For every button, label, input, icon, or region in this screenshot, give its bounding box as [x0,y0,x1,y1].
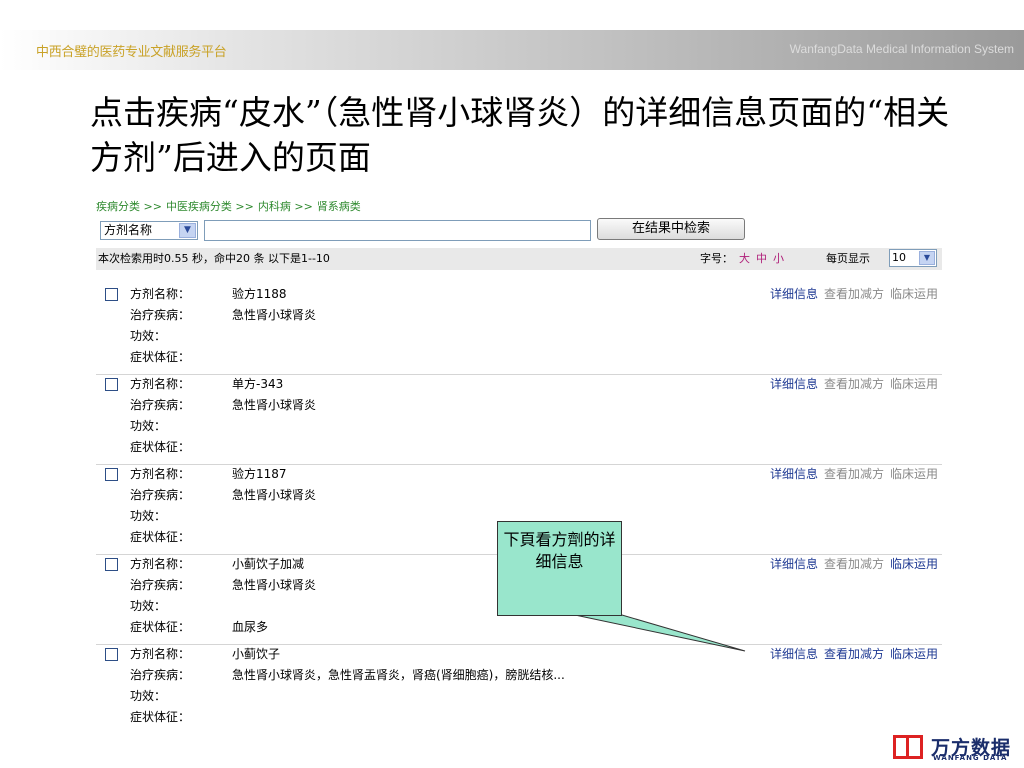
label-disease: 治疗疾病： [130,398,191,412]
formula-name: 小蓟饮子 [232,647,281,661]
result-actions: 详细信息 查看加减方 临床运用 [764,555,938,572]
label-formula-name: 方剂名称： [130,557,191,571]
label-disease: 治疗疾病： [130,488,191,502]
result-status-bar: 本次检索用时0.55 秒，命中20 条 以下是1--10 字号： 大中小 每页显示… [96,248,942,270]
breadcrumb-kidney-diseases[interactable]: 肾系病类 [317,200,361,213]
detail-link[interactable]: 详细信息 [770,647,818,661]
per-page-label: 每页显示 [826,252,870,265]
per-page-value: 10 [892,251,906,264]
label-effect: 功效： [130,509,167,523]
label-formula-name: 方剂名称： [130,287,191,301]
result-actions: 详细信息 查看加减方 临床运用 [764,645,938,662]
formula-disease: 急性肾小球肾炎 [232,308,317,322]
font-size-small[interactable]: 小 [773,252,784,265]
breadcrumb-disease-category[interactable]: 疾病分类 >> [96,200,162,213]
chevron-down-icon[interactable]: ▼ [179,223,196,238]
search-within-results-button[interactable]: 在结果中检索 [597,218,745,240]
header-band: 中西合璧的医药专业文献服务平台 WanfangData Medical Info… [0,30,1024,70]
wanfang-logo: 万方数据 WANFANG DATA [893,733,1023,763]
clinical-use-link[interactable]: 临床运用 [890,557,938,571]
logo-text-en: WANFANG DATA [933,754,1008,762]
formula-symptom: 血尿多 [232,620,269,634]
per-page-select[interactable]: 10 ▼ [889,249,937,267]
formula-disease: 急性肾小球肾炎，急性肾盂肾炎，肾癌(肾细胞癌)，膀胱结核... [232,668,565,682]
view-modifications-link[interactable]: 查看加减方 [824,647,884,661]
result-item: 方剂名称： 验方1188 治疗疾病： 急性肾小球肾炎 功效： 症状体征： 详细信… [96,285,942,375]
result-checkbox[interactable] [105,558,118,571]
detail-link[interactable]: 详细信息 [770,557,818,571]
detail-link[interactable]: 详细信息 [770,287,818,301]
result-actions: 详细信息 查看加减方 临床运用 [764,375,938,392]
formula-name: 单方-343 [232,377,284,391]
clinical-use-link[interactable]: 临床运用 [890,647,938,661]
result-checkbox[interactable] [105,468,118,481]
label-effect: 功效： [130,689,167,703]
label-disease: 治疗疾病： [130,668,191,682]
label-symptom: 症状体征： [130,710,191,724]
platform-name-cn: 中西合璧的医药专业文献服务平台 [36,45,227,60]
label-symptom: 症状体征： [130,440,191,454]
breadcrumb-internal-medicine[interactable]: 内科病 >> [258,200,313,213]
callout-note: 下頁看方劑的详细信息 [497,521,622,616]
view-modifications-link[interactable]: 查看加减方 [824,467,884,481]
search-field-select[interactable]: 方剂名称 ▼ [100,221,198,240]
formula-disease: 急性肾小球肾炎 [232,488,317,502]
clinical-use-link[interactable]: 临床运用 [890,377,938,391]
result-checkbox[interactable] [105,378,118,391]
label-symptom: 症状体征： [130,620,191,634]
label-symptom: 症状体征： [130,530,191,544]
slide-page: 中西合璧的医药专业文献服务平台 WanfangData Medical Info… [0,0,1024,768]
label-symptom: 症状体征： [130,350,191,364]
view-modifications-link[interactable]: 查看加减方 [824,377,884,391]
font-size-control: 字号： 大中小 [700,248,784,270]
label-effect: 功效： [130,329,167,343]
result-checkbox[interactable] [105,288,118,301]
slide-title: 点击疾病“皮水”（急性肾小球肾炎）的详细信息页面的“相关方剂”后进入的页面 [90,93,950,177]
clinical-use-link[interactable]: 临床运用 [890,467,938,481]
view-modifications-link[interactable]: 查看加减方 [824,287,884,301]
search-summary: 本次检索用时0.55 秒，命中20 条 以下是1--10 [98,252,330,265]
label-disease: 治疗疾病： [130,308,191,322]
result-item: 方剂名称： 单方-343 治疗疾病： 急性肾小球肾炎 功效： 症状体征： 详细信… [96,375,942,465]
label-disease: 治疗疾病： [130,578,191,592]
search-input[interactable] [204,220,591,241]
chevron-down-icon[interactable]: ▼ [919,251,935,265]
wanfang-logo-icon [893,735,923,759]
label-formula-name: 方剂名称： [130,647,191,661]
result-item: 方剂名称： 小蓟饮子 治疗疾病： 急性肾小球肾炎，急性肾盂肾炎，肾癌(肾细胞癌)… [96,645,942,735]
platform-name-en: WanfangData Medical Information System [789,42,1014,56]
search-field-value: 方剂名称 [104,223,153,237]
result-actions: 详细信息 查看加减方 临床运用 [764,285,938,302]
breadcrumb: 疾病分类 >> 中医疾病分类 >> 内科病 >> 肾系病类 [96,198,365,214]
label-effect: 功效： [130,419,167,433]
font-size-large[interactable]: 大 [739,252,750,265]
view-modifications-link[interactable]: 查看加减方 [824,557,884,571]
detail-link[interactable]: 详细信息 [770,377,818,391]
formula-name: 验方1188 [232,287,287,301]
formula-disease: 急性肾小球肾炎 [232,578,317,592]
breadcrumb-tcm-category[interactable]: 中医疾病分类 >> [166,200,254,213]
label-formula-name: 方剂名称： [130,467,191,481]
label-formula-name: 方剂名称： [130,377,191,391]
detail-link[interactable]: 详细信息 [770,467,818,481]
clinical-use-link[interactable]: 临床运用 [890,287,938,301]
formula-name: 验方1187 [232,467,287,481]
font-size-medium[interactable]: 中 [756,252,767,265]
formula-disease: 急性肾小球肾炎 [232,398,317,412]
formula-name: 小蓟饮子加减 [232,557,305,571]
result-checkbox[interactable] [105,648,118,661]
font-size-label: 字号： [700,252,733,265]
label-effect: 功效： [130,599,167,613]
result-actions: 详细信息 查看加减方 临床运用 [764,465,938,482]
